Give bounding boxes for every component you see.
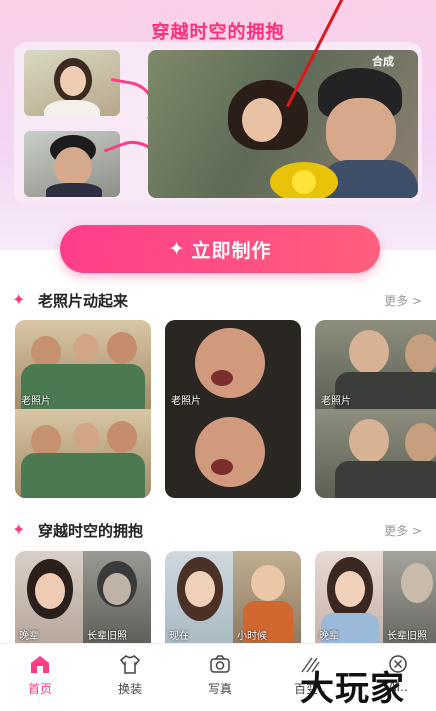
card-tag-left: 晚辈 <box>19 631 39 642</box>
result-label: 合成 <box>372 55 394 68</box>
tab-home[interactable]: 首页 <box>10 654 70 697</box>
hero-banner[interactable]: 穿越时空的拥抱 合成 <box>0 0 436 250</box>
home-icon <box>31 656 49 673</box>
template-card[interactable]: 现在 小时候 <box>165 551 301 643</box>
tab-portrait[interactable]: 写真 <box>190 654 250 697</box>
sparkle-icon: ✦ <box>168 238 186 260</box>
tab-outfit[interactable]: 换装 <box>100 654 160 697</box>
tab-label: 换装 <box>117 682 142 696</box>
card-tag-left: 现在 <box>169 631 189 642</box>
card-tag-right: 小时候 <box>237 631 267 642</box>
create-now-label: 立即制作 <box>191 239 272 262</box>
watermark-logo: 大玩家 <box>300 669 405 709</box>
card-tag: 老照片 <box>321 396 351 407</box>
section-title: 老照片动起来 <box>38 292 129 310</box>
more-link[interactable]: 更多 > <box>384 292 422 309</box>
sparkle-icon: ✦ <box>12 520 26 539</box>
tab-label: 写真 <box>207 682 232 696</box>
create-now-button[interactable]: ✦ 立即制作 <box>60 225 380 273</box>
shirt-icon <box>119 655 141 674</box>
template-card[interactable]: 晚辈 长辈旧照 <box>15 551 151 643</box>
template-card[interactable]: 老照片 <box>165 320 301 498</box>
section-title: 穿越时空的拥抱 <box>38 522 144 540</box>
time-hug-row: 晚辈 长辈旧照 现在 小时候 晚辈 长辈旧照 <box>15 551 436 643</box>
section-header-time-hug: ✦ 穿越时空的拥抱 更多 > <box>0 519 436 541</box>
app-screen: 穿越时空的拥抱 合成 ✦ 立即制作 ✦ 老照片动起来 更多 > 老照片 老照片 … <box>0 0 436 711</box>
template-card[interactable]: 晚辈 长辈旧照 <box>315 551 436 643</box>
card-tag-left: 晚辈 <box>319 631 339 642</box>
more-link[interactable]: 更多 > <box>384 522 422 539</box>
section-header-old-photos: ✦ 老照片动起来 更多 > <box>0 289 436 311</box>
sparkle-icon: ✦ <box>12 290 26 309</box>
card-tag-right: 长辈旧照 <box>387 631 427 642</box>
old-photo-row: 老照片 老照片 老照片 <box>15 320 436 500</box>
template-card[interactable]: 老照片 <box>315 320 436 498</box>
template-card[interactable]: 老照片 <box>15 320 151 498</box>
elder-photo-thumb <box>24 131 120 197</box>
card-tag-right: 长辈旧照 <box>87 631 127 642</box>
tab-label: 首页 <box>27 682 52 696</box>
hero-title: 穿越时空的拥抱 <box>151 22 285 43</box>
card-tag: 老照片 <box>21 396 51 407</box>
hug-result-image <box>148 50 418 198</box>
camera-icon <box>210 655 230 673</box>
card-tag: 老照片 <box>171 396 201 407</box>
